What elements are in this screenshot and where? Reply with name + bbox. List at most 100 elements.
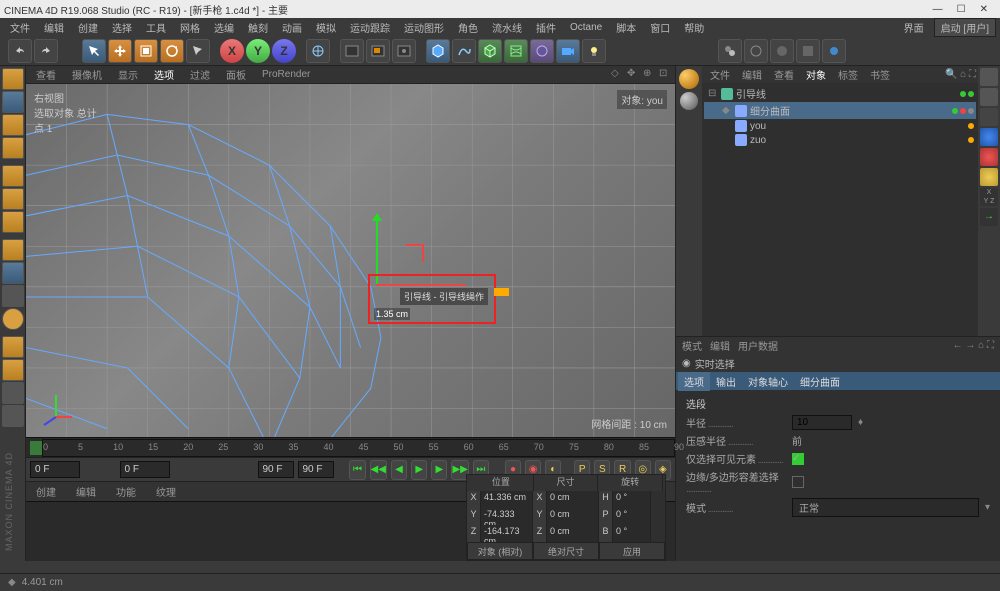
- st-tool5[interactable]: [980, 148, 998, 166]
- x-axis-lock[interactable]: X: [220, 39, 244, 63]
- tweak-button[interactable]: [2, 262, 24, 284]
- deformer-button[interactable]: [504, 39, 528, 63]
- redo-button[interactable]: [34, 39, 58, 63]
- tree-row[interactable]: ⊟引导线: [704, 85, 976, 102]
- frame-end2-field[interactable]: [298, 461, 334, 478]
- model-mode-button[interactable]: [2, 91, 24, 113]
- select-tool[interactable]: [82, 39, 106, 63]
- coord-row[interactable]: Z-164.173 cmZ0 cmB0 °: [467, 525, 665, 542]
- astab-objaxis[interactable]: 对象轴心: [742, 372, 794, 391]
- otab-bookmark[interactable]: 书签: [864, 66, 896, 83]
- menu-help[interactable]: 帮助: [678, 18, 710, 37]
- extra4-button[interactable]: [796, 39, 820, 63]
- timeline-playhead[interactable]: [30, 441, 42, 455]
- menu-octane[interactable]: Octane: [564, 20, 608, 35]
- goto-start-button[interactable]: ⏮: [349, 460, 365, 480]
- extra2-button[interactable]: [744, 39, 768, 63]
- st-tool3[interactable]: [980, 108, 998, 126]
- vtab-panel[interactable]: 面板: [218, 65, 254, 84]
- spline-button[interactable]: [452, 39, 476, 63]
- menu-script[interactable]: 脚本: [610, 18, 642, 37]
- rotate-tool[interactable]: [160, 39, 184, 63]
- vtab-camera[interactable]: 摄像机: [64, 65, 110, 84]
- attr-radius-field[interactable]: [792, 415, 852, 430]
- material-ball-1[interactable]: [679, 69, 699, 89]
- attr-tolerance-checkbox[interactable]: [792, 476, 804, 488]
- workplane-button[interactable]: [2, 137, 24, 159]
- btab-create[interactable]: 创建: [26, 482, 66, 501]
- search-icon[interactable]: 🔍 ⌂ ⛶: [945, 69, 976, 80]
- st-arrow[interactable]: →: [980, 208, 998, 226]
- menu-mesh[interactable]: 网格: [174, 18, 206, 37]
- coord-system-button[interactable]: [306, 39, 330, 63]
- maximize-button[interactable]: ☐: [957, 4, 966, 15]
- vtab-display[interactable]: 显示: [110, 65, 146, 84]
- menu-edit[interactable]: 编辑: [38, 18, 70, 37]
- atab-mode[interactable]: 模式: [682, 338, 702, 353]
- vp-nav1-icon[interactable]: ◇: [611, 68, 625, 82]
- st-xyz[interactable]: XY Z: [980, 188, 998, 206]
- st-tool4[interactable]: [980, 128, 998, 146]
- coord-apply-button[interactable]: 应用: [599, 542, 665, 560]
- menu-pipeline[interactable]: 流水线: [486, 18, 528, 37]
- prev-frame-button[interactable]: ◀: [391, 460, 407, 480]
- otab-edit[interactable]: 编辑: [736, 66, 768, 83]
- uv-point-button[interactable]: [2, 336, 24, 358]
- astab-output[interactable]: 输出: [710, 372, 742, 391]
- undo-button[interactable]: [8, 39, 32, 63]
- y-axis-lock[interactable]: Y: [246, 39, 270, 63]
- uv-poly-button[interactable]: [2, 359, 24, 381]
- object-tree[interactable]: ⊟引导线◆细分曲面youzuo: [702, 83, 978, 336]
- btab-func[interactable]: 功能: [106, 482, 146, 501]
- st-tool2[interactable]: [980, 88, 998, 106]
- tree-row[interactable]: ◆细分曲面: [704, 102, 976, 119]
- vp-nav2-icon[interactable]: ✥: [627, 68, 641, 82]
- z-axis-lock[interactable]: Z: [272, 39, 296, 63]
- frame-end-field[interactable]: [258, 461, 294, 478]
- camera-button[interactable]: [556, 39, 580, 63]
- play-button[interactable]: ▶: [411, 460, 427, 480]
- point-mode-button[interactable]: [2, 165, 24, 187]
- vtab-view[interactable]: 查看: [28, 65, 64, 84]
- move-tool[interactable]: [108, 39, 132, 63]
- vtab-options[interactable]: 选项: [146, 65, 182, 85]
- make-editable-button[interactable]: [2, 68, 24, 90]
- generator-button[interactable]: [478, 39, 502, 63]
- frame-current-field[interactable]: [120, 461, 170, 478]
- menu-window[interactable]: 窗口: [644, 18, 676, 37]
- render-region-button[interactable]: [366, 39, 390, 63]
- menu-mograph[interactable]: 运动图形: [398, 18, 450, 37]
- extra-mode2-button[interactable]: [2, 405, 24, 427]
- vp-nav3-icon[interactable]: ⊕: [643, 68, 657, 82]
- coord-abs-dropdown[interactable]: 绝对尺寸: [533, 542, 599, 560]
- st-tool6[interactable]: [980, 168, 998, 186]
- edge-mode-button[interactable]: [2, 188, 24, 210]
- material-ball-2[interactable]: [680, 92, 698, 110]
- extra1-button[interactable]: [718, 39, 742, 63]
- menu-character[interactable]: 角色: [452, 18, 484, 37]
- menu-sim[interactable]: 模拟: [310, 18, 342, 37]
- viewport-solo-button[interactable]: [2, 285, 24, 307]
- menu-plugins[interactable]: 插件: [530, 18, 562, 37]
- astab-options[interactable]: 选项: [678, 372, 710, 391]
- next-frame-button[interactable]: ▶: [431, 460, 447, 480]
- minimize-button[interactable]: —: [933, 4, 943, 15]
- menu-file[interactable]: 文件: [4, 18, 36, 37]
- otab-tags[interactable]: 标签: [832, 66, 864, 83]
- prev-key-button[interactable]: ◀◀: [370, 460, 387, 480]
- otab-obj[interactable]: 对象: [800, 66, 832, 83]
- menu-anim[interactable]: 动画: [276, 18, 308, 37]
- attr-mode-dropdown[interactable]: 正常: [792, 498, 979, 517]
- axis-mode-button[interactable]: [2, 239, 24, 261]
- render-view-button[interactable]: [340, 39, 364, 63]
- coord-row[interactable]: X41.336 cmX0 cmH0 °: [467, 491, 665, 508]
- viewport[interactable]: 右视图 选取对象 总计 点 1 对象: you 网格间距 : 10 cm 引导线…: [26, 84, 675, 437]
- layout-dropdown[interactable]: 启动 [用户]: [934, 18, 996, 37]
- astab-sds[interactable]: 细分曲面: [794, 372, 846, 391]
- st-move[interactable]: [980, 68, 998, 86]
- menu-sculpt[interactable]: 触刻: [242, 18, 274, 37]
- attr-nav-icons[interactable]: ← → ⌂ ⛶: [953, 340, 994, 351]
- btab-tex[interactable]: 纹理: [146, 482, 186, 501]
- timeline[interactable]: 051015202530354045505560657075808590: [26, 437, 675, 457]
- atab-userdata[interactable]: 用户数据: [738, 338, 778, 353]
